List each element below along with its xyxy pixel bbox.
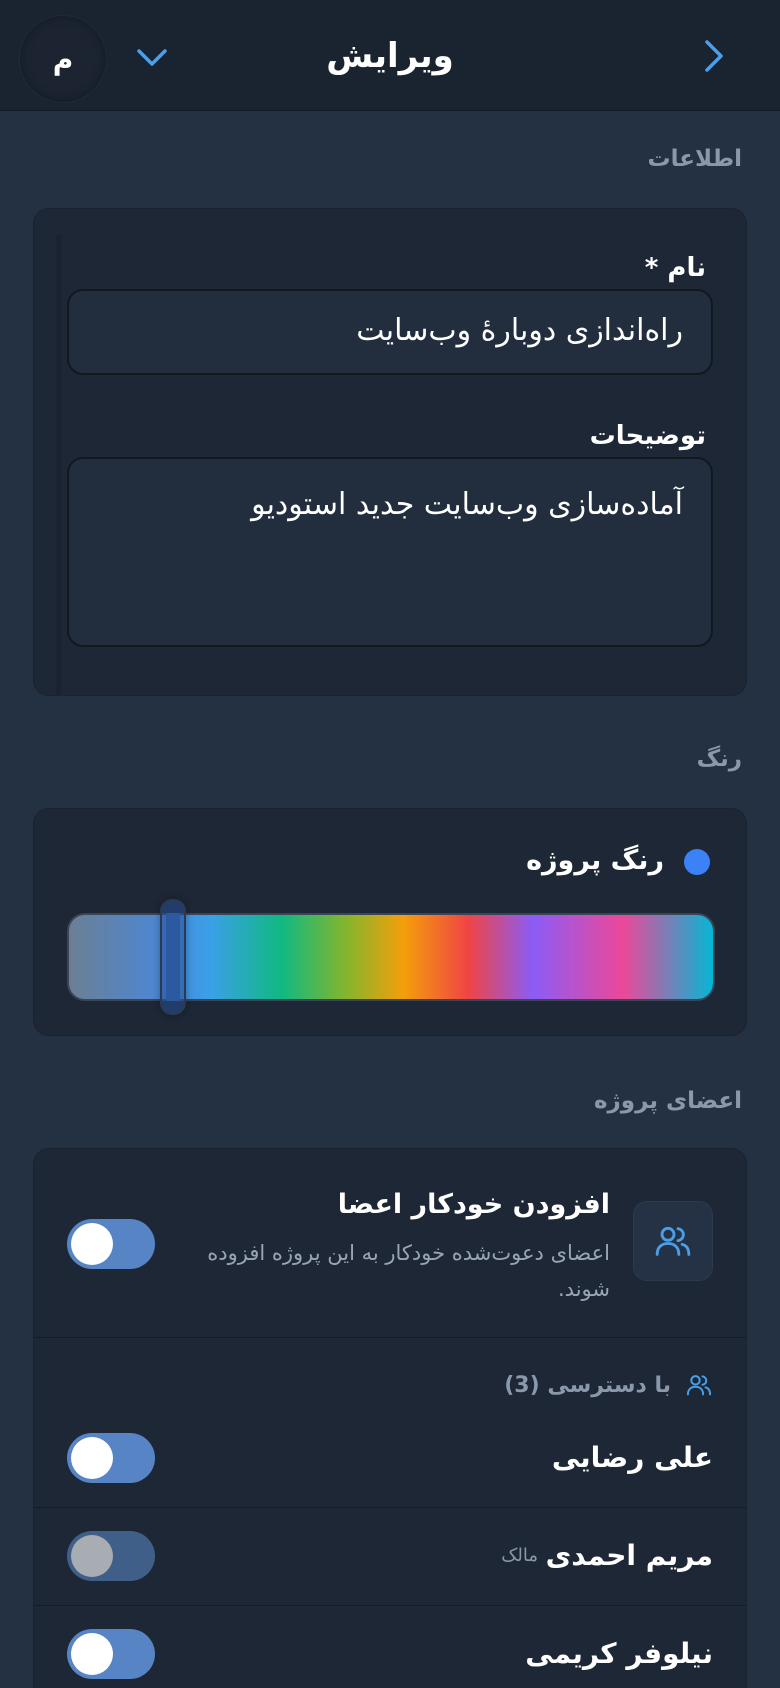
description-label: توضیحات (589, 421, 706, 451)
toggle-knob (71, 1535, 113, 1577)
toggle-knob (71, 1437, 113, 1479)
color-card: رنگ پروژه (33, 808, 747, 1036)
hue-slider-thumb[interactable] (160, 899, 186, 1015)
avatar[interactable]: م (20, 16, 106, 102)
users-icon (655, 1226, 691, 1256)
chevron-down-icon (137, 49, 167, 66)
divider (34, 1507, 746, 1508)
section-label-color: رنگ (696, 746, 742, 772)
member-toggle-1[interactable] (67, 1531, 155, 1581)
member-name: مریم احمدی (545, 1539, 713, 1572)
name-label: نام * (644, 253, 706, 283)
toggle-knob (71, 1223, 113, 1265)
app-header: ویرایش م (0, 0, 780, 111)
divider (34, 1337, 746, 1338)
section-label-members: اعضای پروژه (593, 1088, 742, 1114)
member-name: نیلوفر کریمی (525, 1637, 713, 1670)
auto-add-title: افزودن خودکار اعضا (337, 1189, 610, 1220)
info-card: نام * راه‌اندازی دوبارهٔ وب‌سایت توضیحات… (33, 208, 747, 696)
hue-slider[interactable] (67, 899, 715, 1015)
description-textarea[interactable]: آماده‌سازی وب‌سایت جدید استودیو (67, 457, 713, 647)
members-card: افزودن خودکار اعضا اعضای دعوت‌شده خودکار… (33, 1148, 747, 1688)
member-toggle-2[interactable] (67, 1629, 155, 1679)
menu-dropdown-button[interactable] (132, 40, 172, 76)
auto-add-icon-tile (633, 1201, 713, 1281)
page-title: ویرایش (326, 36, 454, 76)
member-toggle-0[interactable] (67, 1433, 155, 1483)
auto-add-description: اعضای دعوت‌شده خودکار به این پروژه افزود… (207, 1241, 610, 1301)
section-label-info: اطلاعات (647, 146, 742, 172)
name-input[interactable]: راه‌اندازی دوبارهٔ وب‌سایت (67, 289, 713, 375)
access-count-label: با دسترسی (3) (504, 1372, 671, 1398)
member-name: علی رضایی (551, 1441, 713, 1474)
users-icon (686, 1375, 712, 1396)
access-header: با دسترسی (3) (504, 1371, 713, 1399)
divider (34, 1605, 746, 1606)
selected-color-swatch (684, 849, 710, 875)
auto-add-toggle[interactable] (67, 1219, 155, 1269)
project-color-label: رنگ پروژه (526, 845, 664, 876)
toggle-knob (71, 1633, 113, 1675)
owner-badge: مالک (501, 1545, 538, 1566)
